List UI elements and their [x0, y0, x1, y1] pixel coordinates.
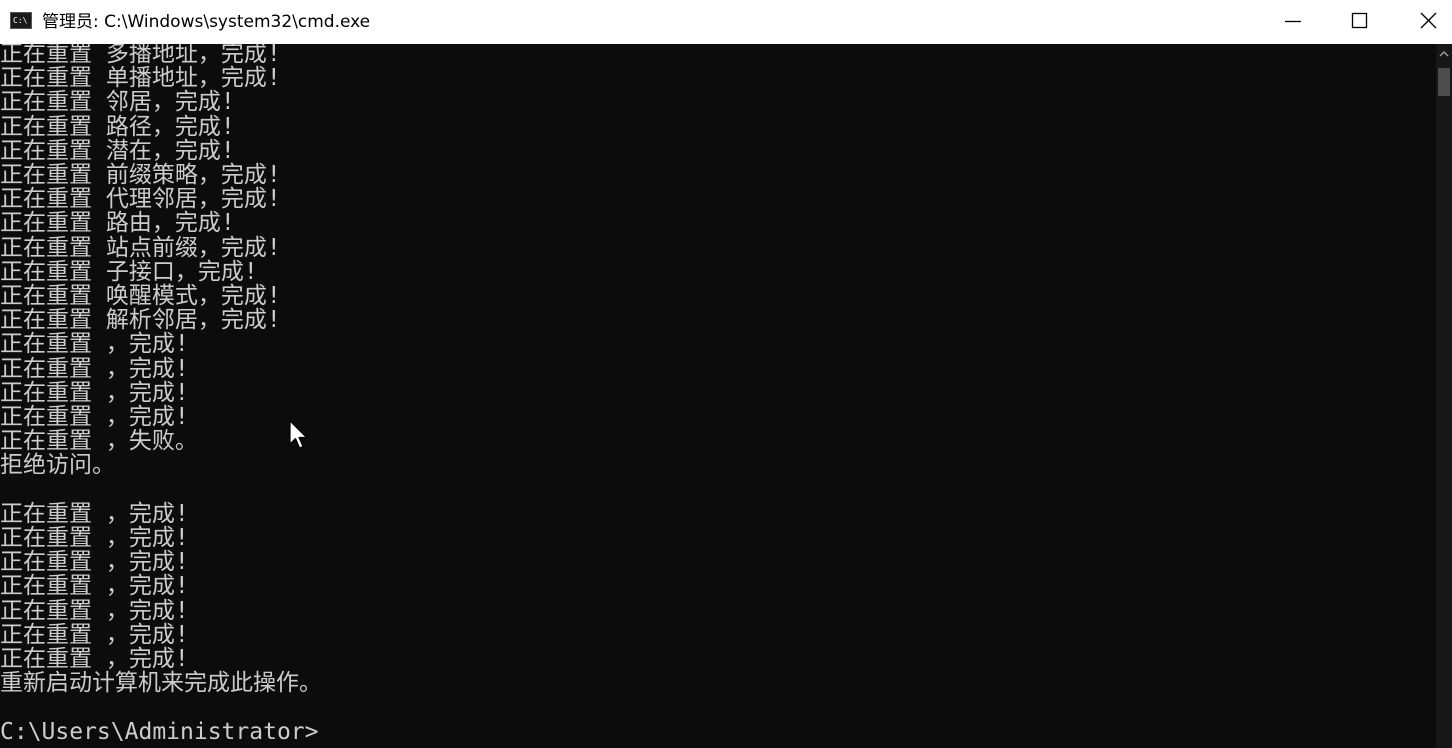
mouse-pointer-icon [289, 420, 308, 449]
console-line: 正在重置 多播地址，完成! [0, 44, 281, 67]
console-line: 重新启动计算机来完成此操作。 [0, 670, 322, 697]
console-line: C:\Users\Administrator> [0, 718, 319, 745]
console-line: 正在重置 ，完成! [0, 597, 189, 624]
scroll-up-arrow-icon[interactable] [1436, 44, 1452, 64]
console-line: 正在重置 ，完成! [0, 549, 189, 576]
console-line: 正在重置 路径，完成! [0, 113, 235, 140]
maximize-button[interactable] [1326, 0, 1394, 44]
close-button[interactable] [1394, 0, 1452, 44]
close-icon [1420, 12, 1437, 29]
console-line: 正在重置 ，完成! [0, 355, 189, 382]
cmd-window: C:\ 管理员: C:\Windows\system32\cmd.exe 正在重… [0, 0, 1452, 748]
vertical-scrollbar[interactable] [1436, 44, 1452, 748]
console-line: 正在重置 ，完成! [0, 404, 189, 430]
console-line: 正在重置 站点前缀，完成! [0, 234, 281, 261]
console-line: 拒绝访问。 [0, 452, 115, 479]
console-line: 正在重置 ，完成! [0, 525, 189, 551]
minimize-icon [1285, 20, 1301, 23]
console-line: 正在重置 单播地址，完成! [0, 65, 281, 92]
console-line: 正在重置 ，完成! [0, 500, 189, 527]
console-line: 正在重置 潜在，完成! [0, 137, 235, 164]
console-line: 正在重置 ，完成! [0, 573, 189, 600]
console-line: 正在重置 解析邻居，完成! [0, 307, 281, 334]
console-line: 正在重置 ，完成! [0, 331, 189, 358]
minimize-button[interactable] [1258, 0, 1326, 44]
console-line: 正在重置 邻居，完成! [0, 89, 235, 116]
title-bar[interactable]: C:\ 管理员: C:\Windows\system32\cmd.exe [0, 0, 1452, 44]
console-line: 正在重置 ，失败。 [0, 428, 198, 455]
console-line: 正在重置 代理邻居，完成! [0, 186, 281, 213]
console-line: 正在重置 唤醒模式，完成! [0, 283, 281, 309]
console-line: 正在重置 ，完成! [0, 379, 189, 406]
window-title: 管理员: C:\Windows\system32\cmd.exe [42, 12, 371, 32]
console-output[interactable]: 正在重置 多播地址，完成! 正在重置 单播地址，完成! 正在重置 邻居，完成! 正在重… [0, 44, 1436, 748]
console-line: 正在重置 路由，完成! [0, 210, 235, 237]
maximize-icon [1351, 12, 1368, 29]
scroll-thumb[interactable] [1438, 68, 1450, 96]
console-line: 正在重置 ，完成! [0, 621, 189, 648]
cmd-app-icon[interactable]: C:\ [10, 12, 32, 29]
console-line: 正在重置 子接口，完成! [0, 258, 258, 285]
console-line: 正在重置 ，完成! [0, 646, 189, 672]
console-line: 正在重置 前缀策略，完成! [0, 162, 281, 188]
